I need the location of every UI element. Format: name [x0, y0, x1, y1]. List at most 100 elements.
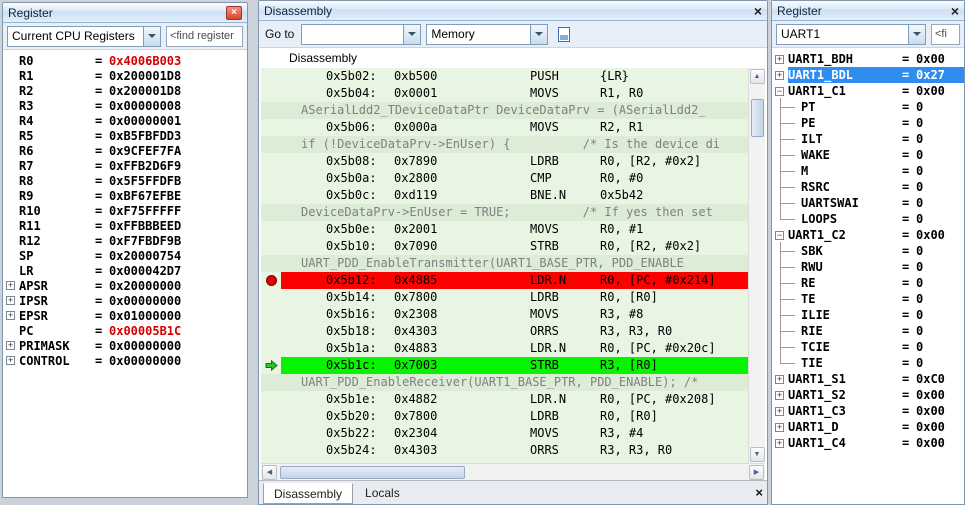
uart-register-row[interactable]: + UART1_C4 = 0x00 — [772, 435, 964, 451]
source-line-row[interactable]: if (!DeviceDataPrv->EnUser) { /* Is the … — [261, 136, 748, 153]
breakpoint-gutter[interactable] — [261, 289, 281, 306]
expand-icon[interactable]: + — [6, 281, 15, 290]
uart-bitfield-row[interactable]: RE = 0 — [772, 274, 964, 292]
breakpoint-gutter[interactable] — [261, 68, 281, 85]
disassembly-row[interactable]: 0x5b04: 0x0001 MOVS R1, R0 — [261, 85, 748, 102]
cpu-register-row[interactable]: R4 = 0x00000001 — [3, 113, 247, 128]
cpu-register-row[interactable]: + CONTROL = 0x00000000 — [3, 353, 247, 368]
breakpoint-gutter[interactable] — [261, 323, 281, 340]
chevron-down-icon[interactable] — [530, 24, 548, 44]
expand-icon[interactable]: + — [6, 296, 15, 305]
cpu-register-row[interactable]: R5 = 0xB5FBFDD3 — [3, 128, 247, 143]
expand-icon[interactable]: + — [6, 311, 15, 320]
expand-icon[interactable]: + — [6, 341, 15, 350]
uart-bitfield-row[interactable]: RWU = 0 — [772, 258, 964, 276]
cpu-register-row[interactable]: R7 = 0xFFB2D6F9 — [3, 158, 247, 173]
expand-icon[interactable]: + — [775, 374, 784, 384]
breakpoint-gutter[interactable] — [261, 102, 281, 119]
breakpoint-gutter[interactable] — [261, 391, 281, 408]
expand-icon[interactable]: + — [6, 356, 15, 365]
expand-icon[interactable]: + — [775, 54, 784, 64]
cpu-register-row[interactable]: R0 = 0x4006B003 — [3, 53, 247, 68]
uart-bitfield-row[interactable]: WAKE = 0 — [772, 146, 964, 164]
disassembly-row[interactable]: 0x5b22: 0x2304 MOVS R3, #4 — [261, 425, 748, 442]
scroll-up-icon[interactable] — [749, 69, 765, 84]
breakpoint-gutter[interactable] — [261, 221, 281, 238]
close-icon[interactable]: × — [951, 4, 959, 18]
tab-disassembly[interactable]: Disassembly — [263, 483, 354, 504]
source-line-row[interactable]: UART_PDD_EnableTransmitter(UART1_BASE_PT… — [261, 255, 748, 272]
cpu-register-row[interactable]: R10 = 0xF75FFFFF — [3, 203, 247, 218]
disassembly-titlebar[interactable]: Disassembly × — [259, 1, 767, 21]
find-register-input[interactable]: <find register — [165, 25, 243, 47]
uart-bitfield-row[interactable]: TCIE = 0 — [772, 338, 964, 356]
cpu-register-row[interactable]: PC = 0x00005B1C — [3, 323, 247, 338]
uart-bitfield-row[interactable]: M = 0 — [772, 162, 964, 180]
expand-icon[interactable]: + — [775, 70, 784, 80]
register-group-dropdown[interactable]: Current CPU Registers — [7, 25, 161, 47]
find-register-input[interactable]: <fi — [931, 23, 960, 45]
uart-bitfield-row[interactable]: TIE = 0 — [772, 354, 964, 371]
source-line-row[interactable]: DeviceDataPrv->EnUser = TRUE; /* If yes … — [261, 204, 748, 221]
cpu-register-row[interactable]: R12 = 0xF7FBDF9B — [3, 233, 247, 248]
disassembly-row[interactable]: 0x5b10: 0x7090 STRB R0, [R2, #0x2] — [261, 238, 748, 255]
breakpoint-gutter[interactable] — [261, 425, 281, 442]
breakpoint-gutter[interactable] — [261, 153, 281, 170]
breakpoint-gutter[interactable] — [261, 340, 281, 357]
breakpoint-gutter[interactable] — [261, 408, 281, 425]
disassembly-row[interactable]: 0x5b08: 0x7890 LDRB R0, [R2, #0x2] — [261, 153, 748, 170]
breakpoint-gutter[interactable] — [261, 119, 281, 136]
uart-bitfield-row[interactable]: ILT = 0 — [772, 130, 964, 148]
cpu-register-row[interactable]: SP = 0x20000754 — [3, 248, 247, 263]
breakpoint-gutter[interactable] — [261, 272, 281, 289]
uart-register-row[interactable]: + UART1_BDL = 0x27 — [772, 67, 964, 83]
uart-bitfield-row[interactable]: RIE = 0 — [772, 322, 964, 340]
disassembly-row[interactable]: 0x5b0c: 0xd119 BNE.N 0x5b42 — [261, 187, 748, 204]
disassembly-row[interactable]: 0x5b20: 0x7800 LDRB R0, [R0] — [261, 408, 748, 425]
breakpoint-gutter[interactable] — [261, 187, 281, 204]
horizontal-scrollbar[interactable] — [261, 463, 765, 480]
vertical-scrollbar[interactable] — [748, 68, 765, 463]
disassembly-row[interactable]: 0x5b0e: 0x2001 MOVS R0, #1 — [261, 221, 748, 238]
cpu-register-row[interactable]: + EPSR = 0x01000000 — [3, 308, 247, 323]
disassembly-row[interactable]: 0x5b14: 0x7800 LDRB R0, [R0] — [261, 289, 748, 306]
close-icon[interactable]: × — [226, 5, 242, 20]
scroll-left-icon[interactable] — [262, 464, 277, 480]
source-line-row[interactable]: ASerialLdd2_TDeviceDataPtr DeviceDataPrv… — [261, 102, 748, 119]
cpu-register-row[interactable]: + PRIMASK = 0x00000000 — [3, 338, 247, 353]
disassembly-row[interactable]: 0x5b06: 0x000a MOVS R2, R1 — [261, 119, 748, 136]
goto-address-combobox[interactable] — [301, 23, 422, 45]
close-icon[interactable]: × — [755, 485, 763, 500]
disassembly-row[interactable]: 0x5b02: 0xb500 PUSH {LR} — [261, 68, 748, 85]
cpu-register-row[interactable]: + IPSR = 0x00000000 — [3, 293, 247, 308]
uart-bitfield-row[interactable]: PT = 0 — [772, 98, 964, 116]
uart-register-row[interactable]: + UART1_BDH = 0x00 — [772, 51, 964, 67]
chevron-down-icon[interactable] — [403, 24, 421, 44]
disassembly-row[interactable]: 0x5b12: 0x4885 LDR.N R0, [PC, #0x214] — [261, 272, 748, 289]
breakpoint-gutter[interactable] — [261, 357, 281, 374]
breakpoint-gutter[interactable] — [261, 238, 281, 255]
disassembly-row[interactable]: 0x5b18: 0x4303 ORRS R3, R3, R0 — [261, 323, 748, 340]
register-group-dropdown[interactable]: UART1 — [776, 23, 926, 45]
uart-bitfield-row[interactable]: LOOPS = 0 — [772, 210, 964, 227]
cpu-register-row[interactable]: R3 = 0x00000008 — [3, 98, 247, 113]
breakpoint-gutter[interactable] — [261, 374, 281, 391]
disassembly-row[interactable]: 0x5b1c: 0x7003 STRB R3, [R0] — [261, 357, 748, 374]
uart-bitfield-row[interactable]: ILIE = 0 — [772, 306, 964, 324]
disassembly-row[interactable]: 0x5b1a: 0x4883 LDR.N R0, [PC, #0x20c] — [261, 340, 748, 357]
disassembly-row[interactable]: 0x5b1e: 0x4882 LDR.N R0, [PC, #0x208] — [261, 391, 748, 408]
breakpoint-gutter[interactable] — [261, 442, 281, 459]
cpu-register-row[interactable]: + APSR = 0x20000000 — [3, 278, 247, 293]
vertical-scrollbar-thumb[interactable] — [750, 99, 764, 137]
uart-bitfield-row[interactable]: PE = 0 — [772, 114, 964, 132]
disassembly-row[interactable]: 0x5b24: 0x4303 ORRS R3, R3, R0 — [261, 442, 748, 459]
cpu-register-row[interactable]: R9 = 0xBF67EFBE — [3, 188, 247, 203]
uart-bitfield-row[interactable]: RSRC = 0 — [772, 178, 964, 196]
collapse-icon[interactable]: − — [775, 230, 784, 240]
cpu-register-row[interactable]: R11 = 0xFFBBBEED — [3, 218, 247, 233]
disassembly-row[interactable]: 0x5b0a: 0x2800 CMP R0, #0 — [261, 170, 748, 187]
breakpoint-gutter[interactable] — [261, 85, 281, 102]
expand-icon[interactable]: + — [775, 438, 784, 448]
uart-register-titlebar[interactable]: Register × — [772, 1, 964, 21]
uart-register-row[interactable]: + UART1_D = 0x00 — [772, 419, 964, 435]
